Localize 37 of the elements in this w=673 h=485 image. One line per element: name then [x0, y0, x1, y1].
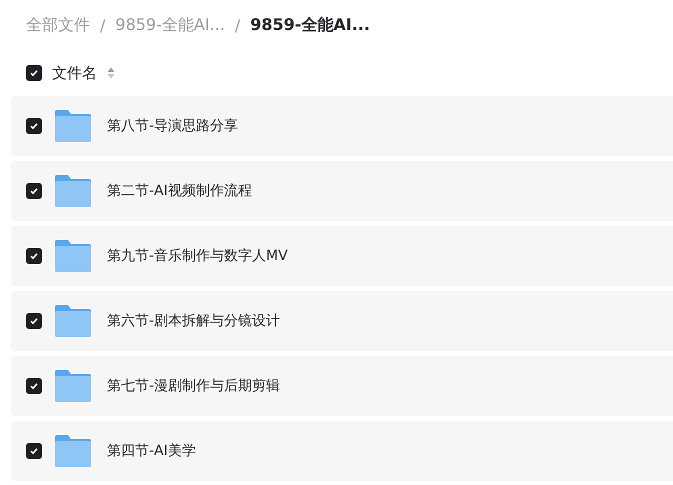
- sort-icon[interactable]: [107, 67, 115, 79]
- folder-name[interactable]: 第七节-漫剧制作与后期剪辑: [107, 377, 280, 395]
- folder-name[interactable]: 第九节-音乐制作与数字人MV: [107, 247, 288, 265]
- checkbox[interactable]: [26, 118, 42, 134]
- checkmark-icon: [29, 68, 39, 78]
- folder-icon: [55, 240, 91, 272]
- checkbox[interactable]: [26, 183, 42, 199]
- checkbox[interactable]: [26, 65, 42, 81]
- file-row[interactable]: 第六节-剧本拆解与分镜设计: [11, 291, 673, 351]
- folder-icon: [55, 370, 91, 402]
- file-row[interactable]: 第八节-导演思路分享: [11, 96, 673, 156]
- checkmark-icon: [29, 121, 39, 131]
- folder-name[interactable]: 第六节-剧本拆解与分镜设计: [107, 312, 280, 330]
- breadcrumb-separator: /: [234, 16, 240, 34]
- checkbox[interactable]: [26, 443, 42, 459]
- file-row[interactable]: 第四节-AI美学: [11, 421, 673, 481]
- folder-icon: [55, 110, 91, 142]
- checkmark-icon: [29, 251, 39, 261]
- checkbox[interactable]: [26, 378, 42, 394]
- folder-name[interactable]: 第八节-导演思路分享: [107, 117, 238, 135]
- breadcrumb-separator: /: [100, 16, 106, 34]
- checkmark-icon: [29, 446, 39, 456]
- folder-icon: [55, 435, 91, 467]
- checkbox[interactable]: [26, 248, 42, 264]
- folder-icon: [55, 305, 91, 337]
- checkmark-icon: [29, 316, 39, 326]
- checkmark-icon: [29, 381, 39, 391]
- folder-icon: [55, 175, 91, 207]
- file-row[interactable]: 第二节-AI视频制作流程: [11, 161, 673, 221]
- file-row[interactable]: 第九节-音乐制作与数字人MV: [11, 226, 673, 286]
- folder-name[interactable]: 第四节-AI美学: [107, 442, 196, 460]
- breadcrumb-link[interactable]: 9859-全能AI...: [250, 14, 370, 36]
- file-row[interactable]: 第七节-漫剧制作与后期剪辑: [11, 356, 673, 416]
- folder-name[interactable]: 第二节-AI视频制作流程: [107, 182, 252, 200]
- checkbox[interactable]: [26, 313, 42, 329]
- checkmark-icon: [29, 186, 39, 196]
- column-header[interactable]: 文件名: [52, 64, 97, 82]
